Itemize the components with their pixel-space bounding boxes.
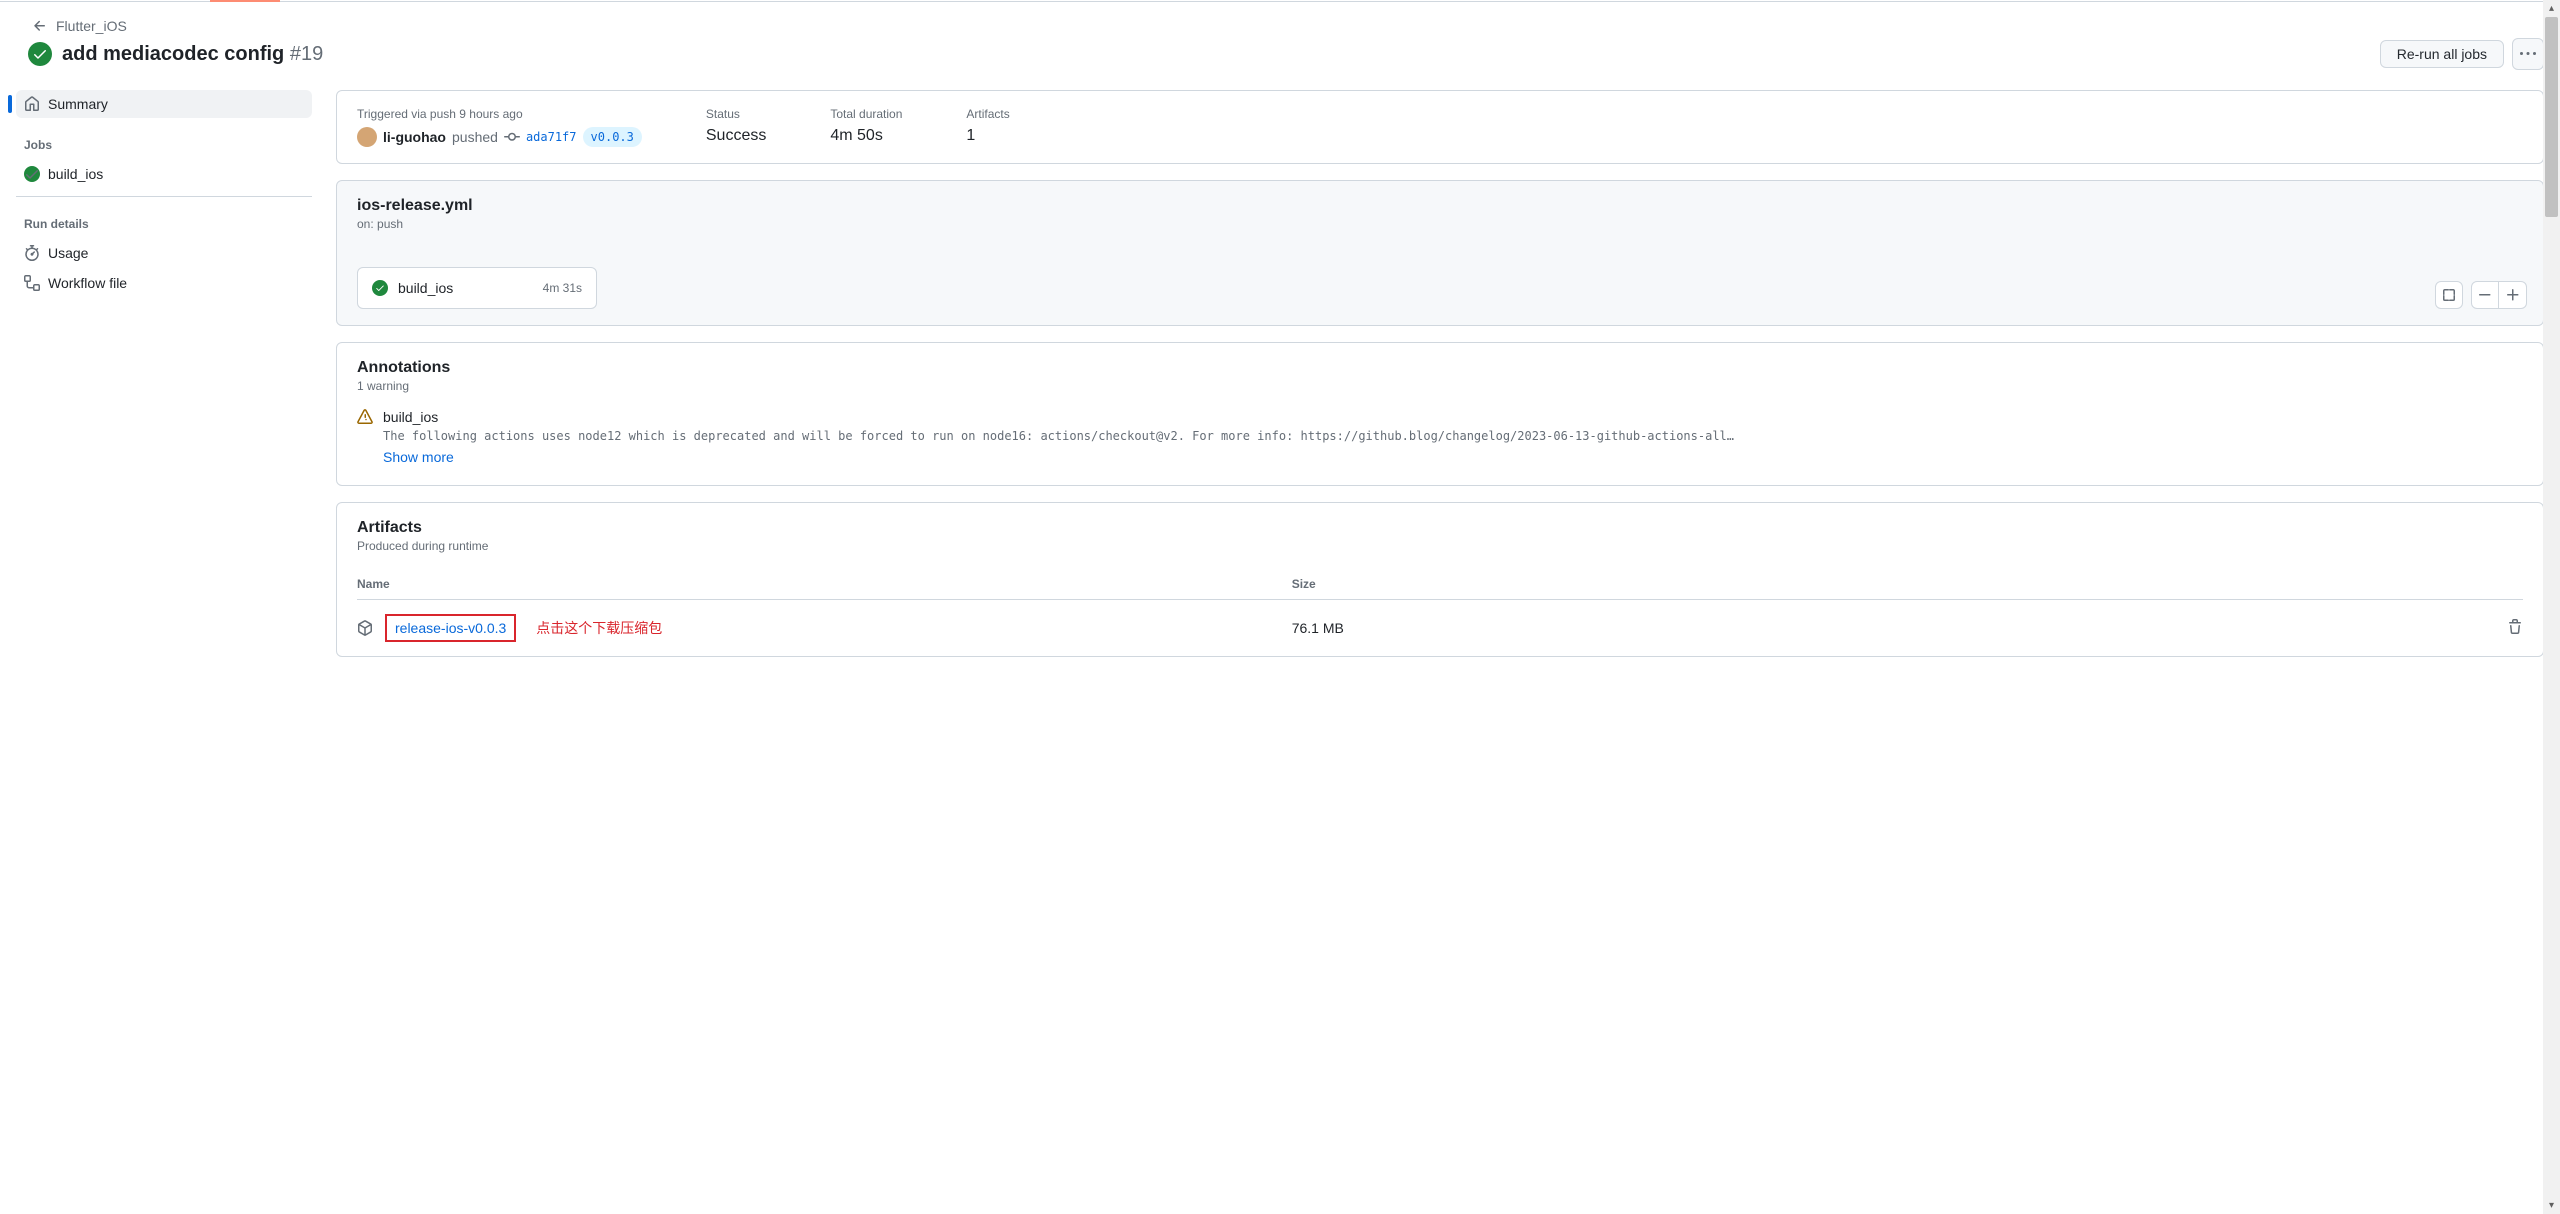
tag-badge[interactable]: v0.0.3 (583, 127, 642, 147)
artifact-size: 76.1 MB (1292, 600, 2483, 657)
job-name: build_ios (398, 280, 453, 296)
status-value: Success (706, 127, 766, 145)
scroll-up-button[interactable]: ▴ (2543, 0, 2560, 17)
workflow-trigger: on: push (357, 217, 2523, 231)
zoom-in-button[interactable] (2499, 281, 2527, 309)
top-border (0, 0, 2560, 2)
artifacts-count-value: 1 (966, 127, 1009, 145)
sidebar-run-details-heading: Run details (16, 209, 312, 239)
annotations-card: Annotations 1 warning build_ios The foll… (336, 342, 2544, 486)
artifacts-col-size: Size (1292, 569, 2483, 600)
sidebar-jobs-heading: Jobs (16, 130, 312, 160)
success-icon (24, 166, 40, 182)
artifacts-card: Artifacts Produced during runtime Name S… (336, 502, 2544, 657)
package-icon (357, 620, 373, 636)
user-link[interactable]: li-guohao (383, 129, 446, 145)
sidebar: Summary Jobs build_ios Run details Usage… (16, 90, 312, 673)
success-icon (28, 42, 52, 66)
commit-sha-link[interactable]: ada71f7 (526, 130, 577, 144)
artifacts-subtitle: Produced during runtime (357, 539, 2523, 553)
breadcrumb: Flutter_iOS (32, 18, 2544, 34)
sidebar-item-usage[interactable]: Usage (16, 239, 312, 267)
duration-value: 4m 50s (830, 127, 902, 145)
sidebar-job-label: build_ios (48, 166, 103, 182)
stopwatch-icon (24, 245, 40, 261)
artifacts-title: Artifacts (357, 519, 2523, 537)
sidebar-workflow-file-label: Workflow file (48, 275, 127, 291)
run-summary-card: Triggered via push 9 hours ago li-guohao… (336, 90, 2544, 164)
annotations-subtitle: 1 warning (357, 379, 2523, 393)
workflow-icon (24, 275, 40, 291)
commit-icon (504, 129, 520, 145)
success-icon (372, 280, 388, 296)
back-arrow-icon[interactable] (32, 18, 48, 34)
workflow-file-name: ios-release.yml (357, 197, 2523, 215)
artifacts-col-name: Name (357, 569, 1292, 600)
duration-label: Total duration (830, 107, 902, 121)
sidebar-item-job-build-ios[interactable]: build_ios (16, 160, 312, 188)
annotation-job-name: build_ios (383, 409, 438, 425)
annotations-title: Annotations (357, 359, 2523, 377)
breadcrumb-workflow-link[interactable]: Flutter_iOS (56, 18, 127, 34)
status-label: Status (706, 107, 766, 121)
sidebar-summary-label: Summary (48, 96, 108, 112)
workflow-graph-card: ios-release.yml on: push build_ios 4m 31… (336, 180, 2544, 326)
fullscreen-button[interactable] (2435, 281, 2463, 309)
scroll-thumb[interactable] (2545, 17, 2558, 217)
job-duration: 4m 31s (543, 281, 582, 295)
artifact-download-link[interactable]: release-ios-v0.0.3 (385, 614, 516, 642)
main-content: Triggered via push 9 hours ago li-guohao… (336, 90, 2544, 673)
job-box-build-ios[interactable]: build_ios 4m 31s (357, 267, 597, 309)
triggered-label: Triggered via push 9 hours ago (357, 107, 642, 121)
artifacts-count-label: Artifacts (966, 107, 1009, 121)
artifact-row: release-ios-v0.0.3 点击这个下载压缩包 76.1 MB (357, 600, 2523, 657)
sidebar-item-workflow-file[interactable]: Workflow file (16, 269, 312, 297)
warning-icon (357, 409, 373, 425)
vertical-scrollbar[interactable]: ▴ ▾ (2543, 0, 2560, 1214)
rerun-all-jobs-button[interactable]: Re-run all jobs (2380, 40, 2504, 68)
scroll-down-button[interactable]: ▾ (2543, 1197, 2560, 1214)
avatar (357, 127, 377, 147)
pushed-verb: pushed (452, 129, 498, 145)
annotation-note: 点击这个下载压缩包 (536, 618, 662, 638)
show-more-link[interactable]: Show more (383, 449, 454, 465)
page-title: add mediacodec config #19 (62, 43, 323, 66)
kebab-menu-button[interactable] (2512, 38, 2544, 70)
sidebar-item-summary[interactable]: Summary (16, 90, 312, 118)
home-icon (24, 96, 40, 112)
sidebar-usage-label: Usage (48, 245, 88, 261)
trash-icon[interactable] (2507, 619, 2523, 635)
annotation-message: The following actions uses node12 which … (383, 429, 2523, 443)
zoom-out-button[interactable] (2471, 281, 2499, 309)
